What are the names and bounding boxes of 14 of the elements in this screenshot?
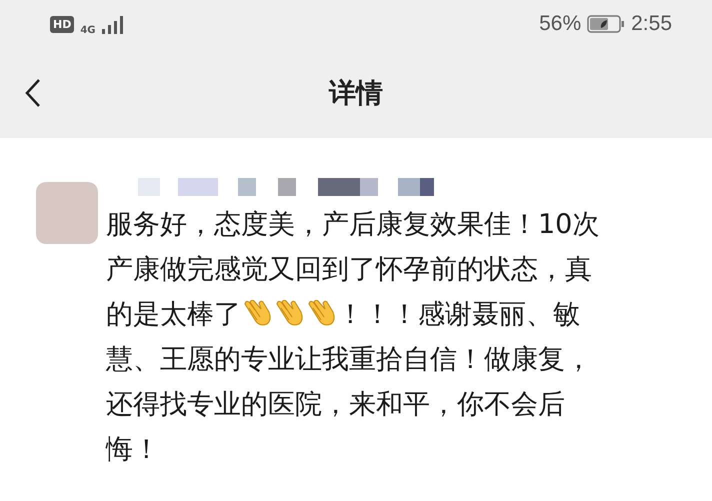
comment-text: 慧、王愿的专业让我重拾自信！做康复， xyxy=(106,343,592,377)
clock-time: 2:55 xyxy=(631,12,672,36)
battery-percent: 56% xyxy=(539,12,582,36)
page-title: 详情 xyxy=(329,77,383,111)
hd-badge: HD xyxy=(50,16,74,32)
comment-text: 悔！ xyxy=(106,433,160,467)
avatar-placeholder xyxy=(36,182,98,244)
network-label: 4G xyxy=(80,24,96,36)
comment-text: ！！！感谢聂丽、敏 xyxy=(337,298,580,332)
comment-text: 服务好，态度美，产后康复效果佳！10次 xyxy=(106,208,600,242)
battery-icon xyxy=(587,14,626,34)
comment-text: 产康做完感觉又回到了怀孕前的状态，真 xyxy=(106,253,592,287)
comment-text: 的是太棒了 xyxy=(106,298,241,332)
comment-text: 还得找专业的医院，来和平，你不会后 xyxy=(106,388,565,422)
